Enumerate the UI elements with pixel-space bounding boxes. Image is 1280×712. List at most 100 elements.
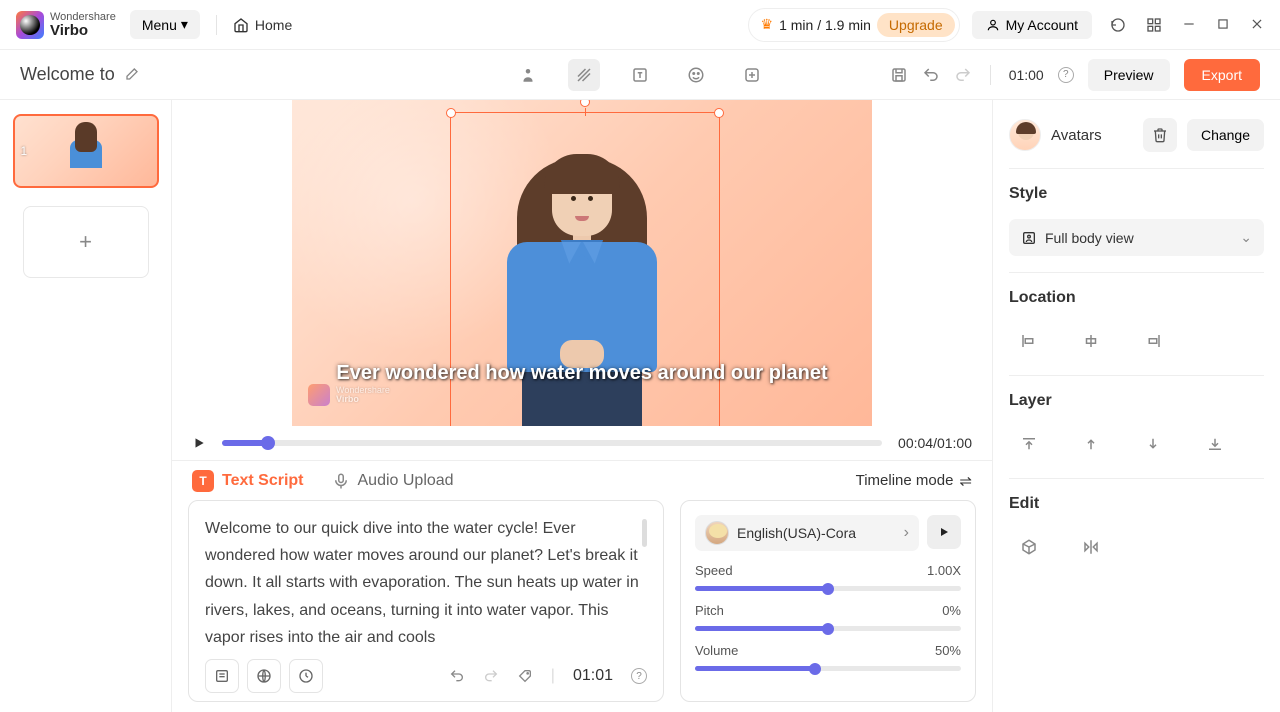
pitch-label: Pitch: [695, 603, 724, 618]
pause-insert-icon[interactable]: [289, 659, 323, 693]
resize-handle-tl[interactable]: [446, 108, 456, 118]
avatars-label: Avatars: [1051, 127, 1133, 144]
edit-title-icon[interactable]: [123, 67, 139, 83]
preview-button[interactable]: Preview: [1088, 59, 1170, 91]
add-slide-button[interactable]: +: [23, 206, 149, 278]
align-right-icon[interactable]: [1139, 327, 1167, 355]
account-button[interactable]: My Account: [972, 11, 1092, 39]
second-bar: Welcome to 01:00 ? Preview Export: [0, 50, 1280, 100]
watermark: WondershareVirbo: [308, 384, 390, 406]
export-button[interactable]: Export: [1184, 59, 1260, 91]
play-button[interactable]: [192, 436, 206, 450]
apps-icon[interactable]: [1146, 17, 1162, 33]
close-icon[interactable]: [1250, 17, 1264, 33]
pitch-value: 0%: [942, 603, 961, 618]
pitch-track[interactable]: [695, 626, 961, 631]
change-avatar-button[interactable]: Change: [1187, 119, 1264, 151]
script-duration: 01:01: [573, 667, 613, 685]
home-button[interactable]: Home: [233, 17, 292, 33]
center-tools: [512, 59, 768, 91]
minimize-icon[interactable]: [1182, 17, 1196, 33]
upload-tool-icon[interactable]: [736, 59, 768, 91]
bring-forward-icon[interactable]: [1077, 430, 1105, 458]
script-text[interactable]: Welcome to our quick dive into the water…: [205, 515, 647, 651]
template-icon[interactable]: [205, 659, 239, 693]
tab-text-script-label: Text Script: [222, 472, 304, 490]
time-display: 00:04/01:00: [898, 435, 972, 451]
voice-name: English(USA)-Cora: [737, 525, 896, 541]
usage-pill: ♛ 1 min / 1.9 min Upgrade: [748, 8, 960, 42]
tab-audio-upload[interactable]: Audio Upload: [332, 472, 454, 490]
voice-avatar-icon: [705, 521, 729, 545]
translate-icon[interactable]: [247, 659, 281, 693]
cube-icon[interactable]: [1015, 533, 1043, 561]
home-label: Home: [255, 17, 292, 33]
help-icon[interactable]: ?: [631, 668, 647, 684]
scrollbar[interactable]: [642, 519, 647, 547]
frame-icon: [1021, 230, 1037, 246]
view-select[interactable]: Full body view ⌄: [1009, 219, 1264, 256]
rotate-handle[interactable]: [580, 100, 590, 107]
volume-knob[interactable]: [809, 663, 821, 675]
align-left-icon[interactable]: [1015, 327, 1043, 355]
logo-icon: [16, 11, 44, 39]
brand-top: Wondershare: [50, 12, 116, 23]
user-icon: [986, 18, 1000, 32]
upgrade-button[interactable]: Upgrade: [877, 13, 955, 37]
voice-select[interactable]: English(USA)-Cora ›: [695, 515, 919, 551]
pitch-knob[interactable]: [822, 623, 834, 635]
speed-knob[interactable]: [822, 583, 834, 595]
menu-button[interactable]: Menu ▾: [130, 10, 200, 39]
canvas[interactable]: Ever wondered how water moves around our…: [172, 100, 992, 426]
volume-track[interactable]: [695, 666, 961, 671]
progress-track[interactable]: [222, 440, 882, 446]
layer-title: Layer: [1009, 392, 1264, 410]
background-tool-icon[interactable]: [568, 59, 600, 91]
flip-horizontal-icon[interactable]: [1077, 533, 1105, 561]
player-bar: 00:04/01:00: [172, 426, 992, 460]
location-icons: [1009, 323, 1264, 359]
speed-track[interactable]: [695, 586, 961, 591]
script-toolbar: | 01:01 ?: [205, 651, 647, 693]
redo-script-icon[interactable]: [483, 668, 499, 684]
swap-icon: ⇌: [959, 472, 972, 490]
pitch-slider: Pitch 0%: [695, 603, 961, 631]
speed-slider: Speed1.00X: [695, 563, 961, 591]
undo-icon[interactable]: [922, 66, 940, 84]
delete-avatar-button[interactable]: [1143, 118, 1177, 152]
align-center-icon[interactable]: [1077, 327, 1105, 355]
edit-icons: [1009, 529, 1264, 565]
save-icon[interactable]: [890, 66, 908, 84]
slide-thumb-1[interactable]: 1: [13, 114, 159, 188]
text-script-icon: T: [192, 470, 214, 492]
send-backward-icon[interactable]: [1139, 430, 1167, 458]
resize-handle-tr[interactable]: [714, 108, 724, 118]
history-icon[interactable]: [1110, 17, 1126, 33]
tab-text-script[interactable]: T Text Script: [192, 470, 304, 492]
undo-script-icon[interactable]: [449, 668, 465, 684]
properties-panel: Avatars Change Style Full body view ⌄ Lo…: [992, 100, 1280, 712]
top-bar: Wondershare Virbo Menu ▾ Home ♛ 1 min / …: [0, 0, 1280, 50]
voice-play-button[interactable]: [927, 515, 961, 549]
tag-icon[interactable]: [517, 668, 533, 684]
help-icon[interactable]: ?: [1058, 67, 1074, 83]
bring-to-front-icon[interactable]: [1015, 430, 1043, 458]
timeline-mode-toggle[interactable]: Timeline mode ⇌: [856, 472, 972, 490]
chevron-down-icon: ⌄: [1240, 229, 1252, 246]
send-to-back-icon[interactable]: [1201, 430, 1229, 458]
avatar-tool-icon[interactable]: [512, 59, 544, 91]
subtitle-text: Ever wondered how water moves around our…: [321, 360, 843, 386]
script-box: Welcome to our quick dive into the water…: [188, 500, 664, 702]
maximize-icon[interactable]: [1216, 17, 1230, 33]
progress-knob[interactable]: [261, 436, 275, 450]
sticker-tool-icon[interactable]: [680, 59, 712, 91]
volume-slider: Volume50%: [695, 643, 961, 671]
divider: [990, 65, 991, 85]
watermark-icon: [308, 384, 330, 406]
timeline-mode-label: Timeline mode: [856, 472, 954, 489]
divider: [216, 15, 217, 35]
volume-label: Volume: [695, 643, 738, 658]
redo-icon[interactable]: [954, 66, 972, 84]
layer-icons: [1009, 426, 1264, 462]
text-tool-icon[interactable]: [624, 59, 656, 91]
